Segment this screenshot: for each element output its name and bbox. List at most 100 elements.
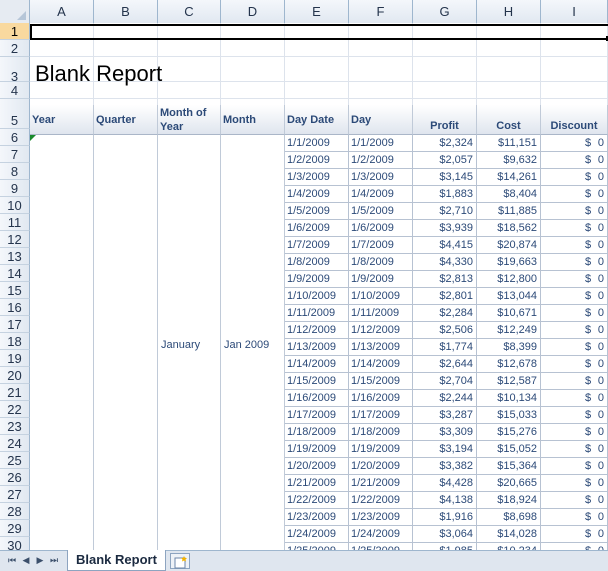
selected-cell-range[interactable]	[30, 24, 608, 41]
day-date-cell[interactable]: 1/2/2009	[285, 152, 349, 169]
discount-cell[interactable]: $0	[541, 526, 608, 543]
discount-cell[interactable]: $0	[541, 152, 608, 169]
profit-cell[interactable]: $2,284	[413, 305, 477, 322]
column-header-e[interactable]: E	[285, 0, 349, 23]
row-header-17[interactable]: 17	[0, 316, 30, 333]
profit-cell[interactable]: $2,324	[413, 135, 477, 152]
row-header-28[interactable]: 28	[0, 503, 30, 520]
day-date-cell[interactable]: 1/15/2009	[285, 373, 349, 390]
day-cell[interactable]: 1/8/2009	[349, 254, 413, 271]
day-cell[interactable]: 1/21/2009	[349, 475, 413, 492]
header-month[interactable]: Month	[221, 105, 285, 135]
cost-cell[interactable]: $8,404	[477, 186, 541, 203]
discount-cell[interactable]: $0	[541, 237, 608, 254]
day-cell[interactable]: 1/23/2009	[349, 509, 413, 526]
quarter-merged-cell[interactable]	[94, 135, 158, 550]
profit-cell[interactable]: $2,506	[413, 322, 477, 339]
discount-cell[interactable]: $0	[541, 407, 608, 424]
month-merged-cell[interactable]: Jan 2009	[221, 135, 285, 550]
cost-cell[interactable]: $11,885	[477, 203, 541, 220]
discount-cell[interactable]: $0	[541, 203, 608, 220]
row-header-3[interactable]: 3	[0, 57, 30, 84]
header-month-of-year[interactable]: Month of Year	[158, 105, 221, 135]
profit-cell[interactable]: $2,704	[413, 373, 477, 390]
row-header-29[interactable]: 29	[0, 520, 30, 537]
profit-cell[interactable]: $4,330	[413, 254, 477, 271]
discount-cell[interactable]: $0	[541, 220, 608, 237]
column-header-d[interactable]: D	[221, 0, 285, 23]
discount-cell[interactable]: $0	[541, 322, 608, 339]
cost-cell[interactable]: $12,800	[477, 271, 541, 288]
day-cell[interactable]: 1/15/2009	[349, 373, 413, 390]
row-header-12[interactable]: 12	[0, 231, 30, 248]
row-header-15[interactable]: 15	[0, 282, 30, 299]
day-date-cell[interactable]: 1/11/2009	[285, 305, 349, 322]
row-header-21[interactable]: 21	[0, 384, 30, 401]
day-date-cell[interactable]: 1/16/2009	[285, 390, 349, 407]
header-cost[interactable]: Cost	[477, 105, 541, 135]
day-cell[interactable]: 1/9/2009	[349, 271, 413, 288]
discount-cell[interactable]: $0	[541, 458, 608, 475]
cost-cell[interactable]: $15,033	[477, 407, 541, 424]
discount-cell[interactable]: $0	[541, 424, 608, 441]
cost-cell[interactable]: $20,665	[477, 475, 541, 492]
cost-cell[interactable]: $18,924	[477, 492, 541, 509]
day-date-cell[interactable]: 1/6/2009	[285, 220, 349, 237]
day-cell[interactable]: 1/17/2009	[349, 407, 413, 424]
cost-cell[interactable]: $20,874	[477, 237, 541, 254]
row-header-20[interactable]: 20	[0, 367, 30, 384]
day-date-cell[interactable]: 1/7/2009	[285, 237, 349, 254]
column-header-f[interactable]: F	[349, 0, 413, 23]
first-sheet-icon[interactable]: ⏮	[6, 555, 18, 566]
row-header-8[interactable]: 8	[0, 163, 30, 180]
cost-cell[interactable]: $15,364	[477, 458, 541, 475]
profit-cell[interactable]: $2,244	[413, 390, 477, 407]
row-header-6[interactable]: 6	[0, 129, 30, 146]
discount-cell[interactable]: $0	[541, 373, 608, 390]
row-header-2[interactable]: 2	[0, 40, 30, 57]
discount-cell[interactable]: $0	[541, 186, 608, 203]
day-cell[interactable]: 1/22/2009	[349, 492, 413, 509]
day-cell[interactable]: 1/25/2009	[349, 543, 413, 550]
day-cell[interactable]: 1/12/2009	[349, 322, 413, 339]
day-cell[interactable]: 1/19/2009	[349, 441, 413, 458]
discount-cell[interactable]: $0	[541, 441, 608, 458]
day-cell[interactable]: 1/2/2009	[349, 152, 413, 169]
day-date-cell[interactable]: 1/23/2009	[285, 509, 349, 526]
header-year[interactable]: Year	[30, 105, 94, 135]
insert-worksheet-button[interactable]	[170, 553, 190, 569]
column-header-i[interactable]: I	[541, 0, 608, 23]
column-header-c[interactable]: C	[158, 0, 221, 23]
row-header-18[interactable]: 18	[0, 333, 30, 350]
cost-cell[interactable]: $14,261	[477, 169, 541, 186]
day-cell[interactable]: 1/24/2009	[349, 526, 413, 543]
row-header-22[interactable]: 22	[0, 401, 30, 418]
day-cell[interactable]: 1/16/2009	[349, 390, 413, 407]
profit-cell[interactable]: $2,057	[413, 152, 477, 169]
day-date-cell[interactable]: 1/22/2009	[285, 492, 349, 509]
day-date-cell[interactable]: 1/12/2009	[285, 322, 349, 339]
cost-cell[interactable]: $12,249	[477, 322, 541, 339]
row-header-5[interactable]: 5	[0, 99, 30, 129]
day-date-cell[interactable]: 1/3/2009	[285, 169, 349, 186]
profit-cell[interactable]: $1,985	[413, 543, 477, 550]
day-date-cell[interactable]: 1/19/2009	[285, 441, 349, 458]
discount-cell[interactable]: $0	[541, 492, 608, 509]
sheet-tab-blank-report[interactable]: Blank Report	[67, 550, 166, 571]
profit-cell[interactable]: $3,287	[413, 407, 477, 424]
day-cell[interactable]: 1/1/2009	[349, 135, 413, 152]
profit-cell[interactable]: $3,064	[413, 526, 477, 543]
discount-cell[interactable]: $0	[541, 339, 608, 356]
profit-cell[interactable]: $1,916	[413, 509, 477, 526]
month-of-year-merged-cell[interactable]: January	[158, 135, 221, 550]
row-header-11[interactable]: 11	[0, 214, 30, 231]
row-header-19[interactable]: 19	[0, 350, 30, 367]
day-date-cell[interactable]: 1/4/2009	[285, 186, 349, 203]
day-date-cell[interactable]: 1/10/2009	[285, 288, 349, 305]
cost-cell[interactable]: $18,562	[477, 220, 541, 237]
profit-cell[interactable]: $2,813	[413, 271, 477, 288]
row-header-25[interactable]: 25	[0, 452, 30, 469]
column-header-b[interactable]: B	[94, 0, 158, 23]
profit-cell[interactable]: $2,710	[413, 203, 477, 220]
profit-cell[interactable]: $3,309	[413, 424, 477, 441]
